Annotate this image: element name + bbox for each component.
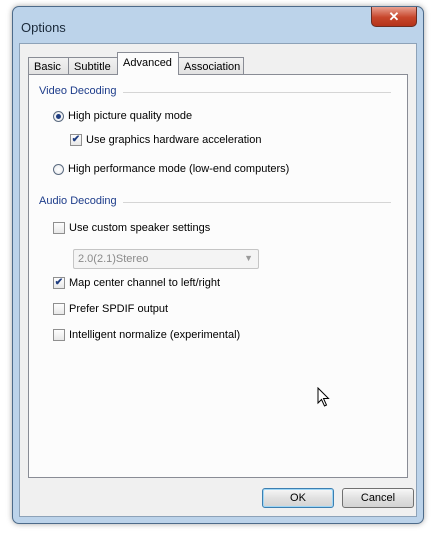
audio-decoding-divider xyxy=(123,202,391,203)
checkbox-unchecked-icon xyxy=(53,303,65,315)
mouse-pointer-icon xyxy=(317,387,330,407)
normalize-label: Intelligent normalize (experimental) xyxy=(69,329,241,341)
tab-association[interactable]: Association xyxy=(178,57,244,74)
checkbox-checked-icon: ✔ xyxy=(53,277,65,289)
hw-accel-checkbox[interactable]: ✔ Use graphics hardware acceleration xyxy=(70,134,261,146)
tab-basic[interactable]: Basic xyxy=(28,57,69,74)
custom-speaker-label: Use custom speaker settings xyxy=(69,222,211,234)
options-dialog: Options ✕ Basic Subtitle Advanced Associ… xyxy=(12,6,424,524)
checkbox-checked-icon: ✔ xyxy=(70,134,82,146)
speaker-config-select[interactable]: 2.0(2.1)Stereo ▼ xyxy=(73,249,259,269)
high-performance-label: High performance mode (low-end computers… xyxy=(68,163,290,175)
normalize-checkbox[interactable]: Intelligent normalize (experimental) xyxy=(53,329,240,341)
advanced-panel: Video Decoding High picture quality mode… xyxy=(28,74,408,478)
speaker-config-value: 2.0(2.1)Stereo xyxy=(78,253,149,265)
high-performance-radio[interactable]: High performance mode (low-end computers… xyxy=(53,163,289,175)
video-decoding-label: Video Decoding xyxy=(39,85,117,97)
checkbox-unchecked-icon xyxy=(53,222,65,234)
cancel-button[interactable]: Cancel xyxy=(342,488,414,508)
custom-speaker-checkbox[interactable]: Use custom speaker settings xyxy=(53,222,210,234)
dialog-client-area: Basic Subtitle Advanced Association Vide… xyxy=(19,43,417,517)
video-decoding-divider xyxy=(123,92,391,93)
spdif-checkbox[interactable]: Prefer SPDIF output xyxy=(53,303,168,315)
tab-advanced[interactable]: Advanced xyxy=(117,52,179,75)
spdif-label: Prefer SPDIF output xyxy=(69,303,169,315)
close-icon: ✕ xyxy=(388,8,400,24)
window-title: Options xyxy=(21,20,66,35)
close-button[interactable]: ✕ xyxy=(371,7,417,27)
radio-selected-icon xyxy=(53,110,64,122)
high-quality-label: High picture quality mode xyxy=(68,110,193,122)
radio-unselected-icon xyxy=(53,163,64,175)
map-center-checkbox[interactable]: ✔ Map center channel to left/right xyxy=(53,277,220,289)
ok-button[interactable]: OK xyxy=(262,488,334,508)
audio-decoding-label: Audio Decoding xyxy=(39,195,117,207)
high-quality-radio[interactable]: High picture quality mode xyxy=(53,110,192,122)
hw-accel-label: Use graphics hardware acceleration xyxy=(86,134,262,146)
chevron-down-icon: ▼ xyxy=(244,253,253,263)
tab-subtitle[interactable]: Subtitle xyxy=(68,57,118,74)
checkbox-unchecked-icon xyxy=(53,329,65,341)
map-center-label: Map center channel to left/right xyxy=(69,277,221,289)
